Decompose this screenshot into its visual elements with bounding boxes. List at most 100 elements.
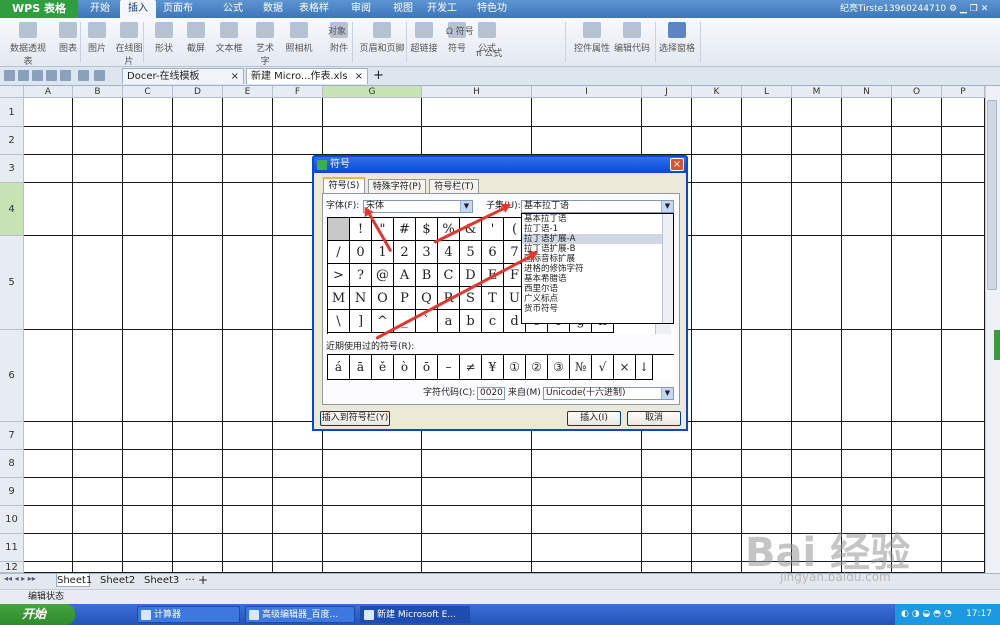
symbol-cell[interactable] xyxy=(328,218,350,241)
symbol-cell[interactable]: ] xyxy=(350,310,372,333)
symbol-cell[interactable]: 2 xyxy=(394,241,416,264)
column-header-L[interactable]: L xyxy=(742,86,792,98)
menu-10[interactable]: 特色功能 xyxy=(474,0,510,32)
minimize-icon[interactable]: ▁ xyxy=(960,4,967,14)
row-header-1[interactable]: 1 xyxy=(0,98,24,127)
column-header-A[interactable]: A xyxy=(24,86,73,98)
symbol-cell[interactable]: a xyxy=(438,310,460,333)
user-bar[interactable]: 纪亮Tirste13960244710 ⚙ ▁ ❐ ✕ xyxy=(840,0,1000,18)
symbol-cell[interactable]: T xyxy=(482,287,504,310)
sheet-tab-1[interactable]: Sheet1 xyxy=(56,574,92,587)
row-header-8[interactable]: 8 xyxy=(0,450,24,478)
menu-2[interactable]: 插入 xyxy=(120,0,156,18)
recent-symbol-cell[interactable]: ā xyxy=(350,355,372,380)
column-header-O[interactable]: O xyxy=(892,86,942,98)
row-header-9[interactable]: 9 xyxy=(0,478,24,506)
tab-symbol[interactable]: 符号(S) xyxy=(323,177,365,194)
symbol-cell[interactable]: 3 xyxy=(416,241,438,264)
column-header-C[interactable]: C xyxy=(123,86,173,98)
menu-1[interactable]: 开始 xyxy=(82,0,118,18)
recent-symbol-cell[interactable]: × xyxy=(614,355,636,380)
doc-tab-sheet[interactable]: 新建 Micro...作表.xls × xyxy=(246,68,368,84)
recent-symbol-cell[interactable]: ě xyxy=(372,355,394,380)
symbol-cell[interactable]: N xyxy=(350,287,372,310)
dialog-title-bar[interactable]: 符号 × xyxy=(314,157,686,173)
symbol-cell[interactable]: > xyxy=(328,264,350,287)
tab-special-chars[interactable]: 特殊字符(P) xyxy=(368,179,426,194)
column-header-H[interactable]: H xyxy=(422,86,532,98)
restore-icon[interactable]: ❐ xyxy=(970,4,978,14)
symbol-cell[interactable]: \ xyxy=(328,310,350,333)
symbol-cell[interactable]: C xyxy=(438,264,460,287)
recent-symbol-cell[interactable]: ò xyxy=(394,355,416,380)
recent-symbol-cell[interactable]: – xyxy=(438,355,460,380)
subset-select[interactable]: 基本拉丁语 ▼ xyxy=(521,200,674,213)
open-icon[interactable] xyxy=(4,70,15,81)
task-wps[interactable]: 新建 Microsoft E... xyxy=(360,606,470,623)
column-header-M[interactable]: M xyxy=(792,86,842,98)
subset-dropdown-list[interactable]: 基本拉丁语 拉丁语-1 拉丁语扩展-A 拉丁语扩展-B 国际音标扩展 进格的修饰字符 基本希… xyxy=(521,213,674,324)
symbol-cell[interactable]: 0 xyxy=(350,241,372,264)
row-header-10[interactable]: 10 xyxy=(0,506,24,534)
sheet-nav-arrows[interactable]: ◂◂ ◂ ▸ ▸▸ xyxy=(4,574,36,583)
recent-symbol-cell[interactable]: ¥ xyxy=(482,355,504,380)
column-header-B[interactable]: B xyxy=(73,86,123,98)
column-header-N[interactable]: N xyxy=(842,86,892,98)
chevron-down-icon[interactable]: ▼ xyxy=(661,201,673,212)
redo-icon[interactable] xyxy=(94,70,105,81)
menu-7[interactable]: 审阅 xyxy=(343,0,379,18)
recent-symbol-cell[interactable]: ③ xyxy=(548,355,570,380)
sheet-tab-3[interactable]: Sheet3 xyxy=(144,574,179,587)
ribbon-small-2[interactable]: Ω 符号 xyxy=(446,24,474,37)
symbol-cell[interactable]: 6 xyxy=(482,241,504,264)
menu-8[interactable]: 视图 xyxy=(385,0,421,18)
ribbon-button-4[interactable]: 在线图片 xyxy=(112,22,146,67)
clock[interactable]: 17:17 xyxy=(966,604,992,625)
ribbon-button-17[interactable]: 选择窗格 xyxy=(658,22,696,64)
add-sheet-button[interactable]: + xyxy=(197,574,209,587)
symbol-cell[interactable]: B xyxy=(416,264,438,287)
row-header-2[interactable]: 2 xyxy=(0,127,24,155)
tray-icons[interactable]: ◐ ◑ ◒ ◓ ◔ xyxy=(901,609,952,619)
menu-4[interactable]: 公式 xyxy=(215,0,251,18)
column-header-F[interactable]: F xyxy=(273,86,323,98)
start-button[interactable]: 开始 xyxy=(0,604,75,625)
settings-icon[interactable]: ⚙ xyxy=(949,4,957,14)
row-header-5[interactable]: 5 xyxy=(0,236,24,330)
symbol-cell[interactable]: A xyxy=(394,264,416,287)
symbol-cell[interactable]: ! xyxy=(350,218,372,241)
column-header-I[interactable]: I xyxy=(532,86,642,98)
subset-option[interactable]: 基本拉丁语 xyxy=(522,214,673,224)
user-name[interactable]: 纪亮Tirste13960244710 xyxy=(840,4,946,14)
symbol-cell[interactable]: / xyxy=(328,241,350,264)
vertical-scroll-thumb[interactable] xyxy=(987,100,997,290)
row-header-12[interactable]: 12 xyxy=(0,562,24,573)
subset-option[interactable]: 西里尔语 xyxy=(522,284,673,294)
save-icon[interactable] xyxy=(18,70,29,81)
recent-symbol-cell[interactable]: √ xyxy=(592,355,614,380)
row-header-7[interactable]: 7 xyxy=(0,422,24,450)
symbol-cell[interactable]: 5 xyxy=(460,241,482,264)
chevron-down-icon[interactable]: ▼ xyxy=(661,388,673,399)
symbol-cell[interactable]: ? xyxy=(350,264,372,287)
recent-symbol-cell[interactable]: á xyxy=(328,355,350,380)
column-header-J[interactable]: J xyxy=(642,86,692,98)
ribbon-button-7[interactable]: 文本框 xyxy=(214,22,244,64)
column-header-E[interactable]: E xyxy=(223,86,273,98)
ribbon-small-1[interactable]: 对象 xyxy=(328,24,346,37)
symbol-cell[interactable]: 4 xyxy=(438,241,460,264)
task-calculator[interactable]: 计算器 xyxy=(137,606,240,623)
side-panel-tab[interactable] xyxy=(994,330,1000,360)
subset-option[interactable]: 基本希腊语 xyxy=(522,274,673,284)
symbol-cell[interactable]: M xyxy=(328,287,350,310)
dialog-close-button[interactable]: × xyxy=(670,158,684,171)
symbol-cell[interactable]: P xyxy=(394,287,416,310)
recent-symbol-cell[interactable]: № xyxy=(570,355,592,380)
subset-option[interactable]: 广义标点 xyxy=(522,294,673,304)
ribbon-button-3[interactable]: 图片 xyxy=(86,22,108,64)
chevron-down-icon[interactable]: ▼ xyxy=(460,201,472,212)
undo-icon[interactable] xyxy=(78,70,89,81)
new-tab-button[interactable]: + xyxy=(373,67,384,85)
recent-symbols[interactable]: á ā ě ò ō – ≠ ¥ ① ② ③ № √ × ↓ xyxy=(327,354,674,380)
symbol-cell[interactable]: c xyxy=(482,310,504,333)
